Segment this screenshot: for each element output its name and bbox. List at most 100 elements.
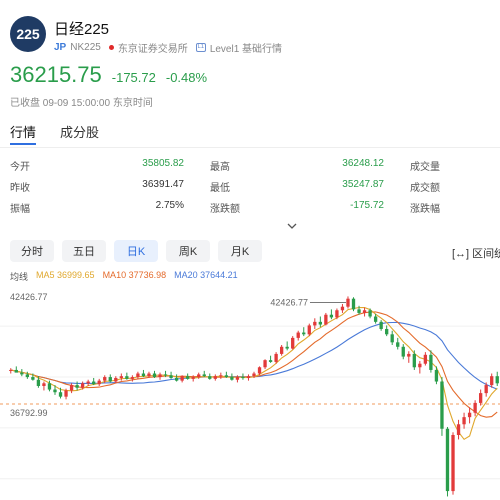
period-daily-button[interactable]: 日K <box>114 240 158 262</box>
ma10-line <box>10 311 498 418</box>
candle-body <box>291 337 295 349</box>
candle-body <box>103 377 107 381</box>
candle-body <box>423 354 428 364</box>
candle-body <box>401 346 405 357</box>
max-marker-label: 42426.77 <box>270 297 308 307</box>
ma10-legend: MA10 37736.98 <box>102 270 167 280</box>
candle-body <box>296 332 300 338</box>
candle-body <box>241 377 245 379</box>
period-weekly-button[interactable]: 周K <box>166 240 210 262</box>
stat-value-open: 35805.82 <box>142 158 184 169</box>
index-title: 日经225 <box>54 21 110 38</box>
candle-body <box>373 316 378 322</box>
candle-body <box>136 373 140 378</box>
market-tag: JP <box>54 42 67 53</box>
y-axis-top-label: 42426.77 <box>10 292 48 302</box>
candle-body <box>180 376 184 381</box>
candle-body <box>20 372 24 375</box>
index-logo: 225 <box>10 16 46 52</box>
candle-body <box>274 353 278 362</box>
candle-body <box>152 373 157 378</box>
candle-body <box>224 375 229 378</box>
candle-body <box>174 377 179 381</box>
y-axis-bottom-label: 36792.99 <box>10 408 48 418</box>
candle-body <box>385 328 389 335</box>
candle-body <box>440 381 444 429</box>
ma-legend-title[interactable]: 均线 <box>10 270 28 283</box>
stat-label: 昨收 <box>10 183 30 194</box>
candle-body <box>25 374 30 378</box>
stat-label: 最低 <box>210 183 230 194</box>
candle-body <box>186 376 190 379</box>
chevron-down-icon[interactable] <box>287 222 297 233</box>
candle-body <box>279 346 284 354</box>
level-label: Level1 基础行情 <box>209 44 283 55</box>
candle-body <box>396 342 400 347</box>
candle-body <box>351 298 356 310</box>
candle-body <box>47 383 52 390</box>
candle-body <box>147 373 151 377</box>
candle-body <box>158 374 162 378</box>
candle-body <box>42 383 46 386</box>
candle-body <box>490 376 494 386</box>
candle-body <box>97 380 101 385</box>
exchange-dot-icon <box>108 45 114 50</box>
candle-body <box>390 334 394 343</box>
candle-body <box>202 374 206 377</box>
candle-body <box>484 385 488 394</box>
period-5day-button[interactable]: 五日 <box>62 240 106 262</box>
stats-grid: 今开 35805.82 最高 36248.12 成交量 昨收 36391.47 … <box>10 158 500 221</box>
candle-body <box>473 402 477 413</box>
candle-body <box>197 374 201 378</box>
last-price: 36215.75 <box>10 62 102 87</box>
candle-body <box>478 393 483 403</box>
active-tab-indicator <box>10 143 36 145</box>
candle-body <box>412 353 416 368</box>
candle-body <box>108 377 112 382</box>
candle-body <box>451 434 455 492</box>
candle-body <box>114 377 118 382</box>
exchange-name: 东京证券交易所 <box>117 44 188 55</box>
candle-body <box>31 377 35 380</box>
stat-label: 今开 <box>10 162 30 173</box>
candle-body <box>285 346 289 349</box>
period-monthly-button[interactable]: 月K <box>218 240 262 262</box>
candle-body <box>191 377 195 379</box>
candle-body <box>418 363 422 368</box>
stat-label: 最高 <box>210 162 230 173</box>
candle-body <box>64 390 68 397</box>
divider <box>0 147 500 148</box>
candle-body <box>92 381 96 385</box>
candle-body <box>462 417 466 425</box>
index-subtitle: JP NK225 东京证券交易所 L1 Level1 基础行情 <box>54 40 282 55</box>
stats-row: 振幅 2.75% 涨跌额 -175.72 涨跌幅 <box>10 200 500 221</box>
ma5-legend: MA5 36999.65 <box>36 270 95 280</box>
candle-body <box>219 375 223 377</box>
candle-body <box>456 424 461 435</box>
candle-body <box>335 310 339 318</box>
candle-body <box>141 373 146 377</box>
candle-body <box>329 314 334 318</box>
index-code: NK225 <box>70 42 101 53</box>
candle-body <box>75 385 79 388</box>
kline-chart[interactable]: 42426.77 42426.77 36792.99 <box>0 288 500 500</box>
level1-icon: L1 <box>195 43 206 52</box>
candle-body <box>86 381 90 384</box>
stat-value-high: 36248.12 <box>342 158 384 169</box>
ma-legend: 均线 MA5 36999.65 MA10 37736.98 MA20 37644… <box>10 270 238 283</box>
period-intraday-button[interactable]: 分时 <box>10 240 54 262</box>
candle-body <box>324 314 328 325</box>
range-stats-button[interactable]: [↔] 区间统 <box>452 245 500 261</box>
kline-svg[interactable]: 42426.77 <box>0 288 500 500</box>
stat-label: 振幅 <box>10 204 30 215</box>
candle-body <box>69 385 74 391</box>
tab-constituents[interactable]: 成分股 <box>60 122 99 147</box>
candle-body <box>230 377 234 380</box>
candle-body <box>495 376 499 384</box>
candle-body <box>346 298 350 307</box>
candle-body <box>14 369 18 373</box>
candle-body <box>340 306 345 311</box>
stat-label: 成交量 <box>410 162 440 173</box>
candle-body <box>130 377 135 379</box>
price-change: -175.72 <box>111 70 156 85</box>
